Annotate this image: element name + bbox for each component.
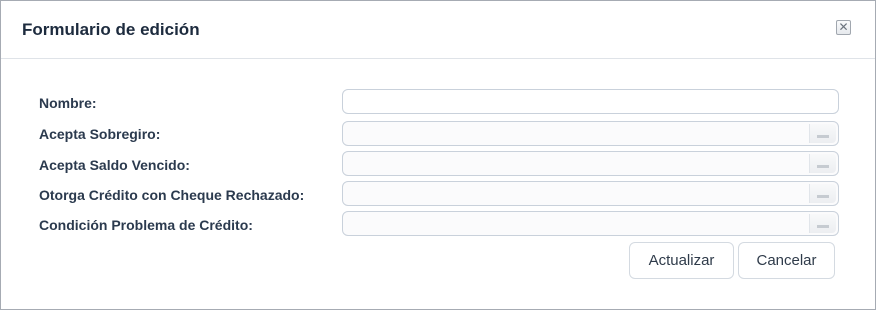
credit-problem-select[interactable] bbox=[342, 211, 839, 236]
overdraft-label: Acepta Sobregiro: bbox=[39, 126, 161, 142]
cancel-button[interactable]: Cancelar bbox=[738, 242, 835, 279]
overdraft-select[interactable] bbox=[342, 121, 839, 146]
rejected-check-credit-label: Otorga Crédito con Cheque Rechazado: bbox=[39, 187, 305, 203]
edit-form-dialog: Formulario de edición ✕ Nombre: Acepta S… bbox=[0, 0, 876, 310]
overdue-balance-select[interactable] bbox=[342, 151, 839, 176]
name-input[interactable] bbox=[343, 90, 838, 113]
dropdown-arrow-icon[interactable] bbox=[809, 184, 836, 203]
dialog-title: Formulario de edición bbox=[22, 20, 200, 39]
dropdown-arrow-icon[interactable] bbox=[809, 214, 836, 233]
update-button[interactable]: Actualizar bbox=[629, 242, 734, 279]
name-field[interactable] bbox=[342, 89, 839, 114]
rejected-check-credit-select[interactable] bbox=[342, 181, 839, 206]
dropdown-arrow-icon[interactable] bbox=[809, 124, 836, 143]
name-label: Nombre: bbox=[39, 95, 97, 111]
dropdown-arrow-icon[interactable] bbox=[809, 154, 836, 173]
dialog-header: Formulario de edición ✕ bbox=[1, 1, 875, 59]
credit-problem-label: Condición Problema de Crédito: bbox=[39, 217, 253, 233]
overdue-balance-label: Acepta Saldo Vencido: bbox=[39, 157, 190, 173]
close-icon[interactable]: ✕ bbox=[836, 20, 851, 35]
